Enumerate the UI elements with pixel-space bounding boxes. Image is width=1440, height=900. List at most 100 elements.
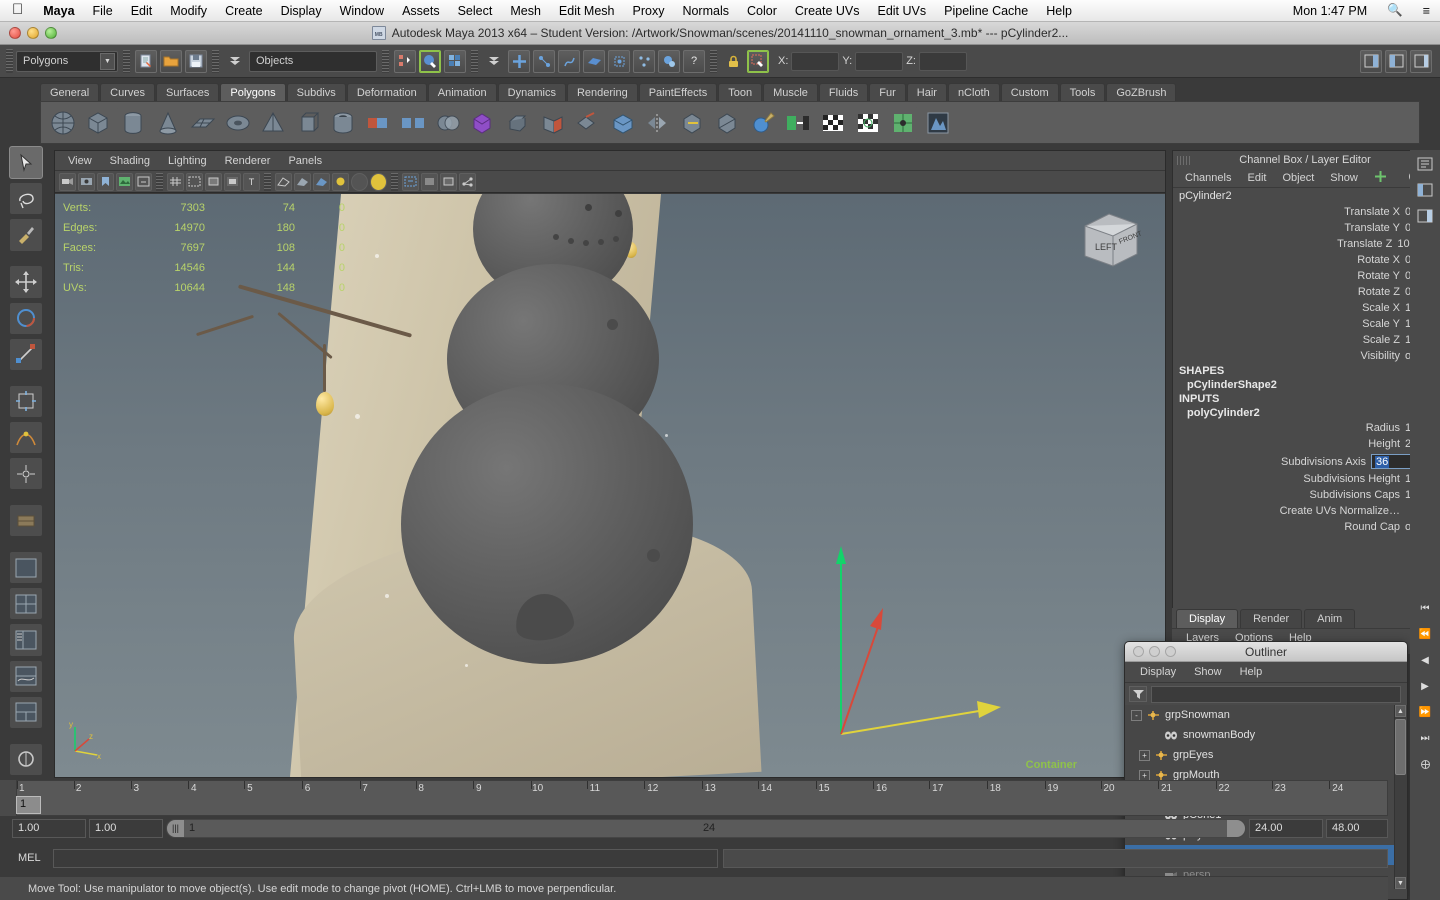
- transfer-attributes-icon[interactable]: [782, 106, 814, 139]
- outliner-menu-help[interactable]: Help: [1231, 666, 1272, 678]
- channel-box-toggle-icon[interactable]: [1414, 206, 1436, 226]
- channel-row-round-cap[interactable]: Round Cap off: [1173, 519, 1437, 535]
- snap-to-point-button[interactable]: [558, 49, 580, 73]
- window-controls[interactable]: [0, 27, 57, 39]
- channel-box-menu-object[interactable]: Object: [1274, 172, 1322, 184]
- time-slider-track[interactable]: 1 2 3 4 5 6 7 8 9 10 11 12 13 14 15 16 1…: [16, 780, 1388, 816]
- channel-row-rotate-x[interactable]: Rotate X 0: [1173, 252, 1437, 268]
- channel-box-menu-channels[interactable]: Channels: [1177, 172, 1239, 184]
- menu-item-display[interactable]: Display: [272, 4, 331, 18]
- command-line-label[interactable]: MEL: [18, 852, 48, 864]
- shelf-tab-fur[interactable]: Fur: [869, 83, 906, 102]
- tool-settings-toggle-icon[interactable]: [1414, 180, 1436, 200]
- range-slider-bar[interactable]: ||| 1 24: [166, 818, 1246, 838]
- outliner-filter-icon[interactable]: [1129, 686, 1147, 702]
- polygon-pyramid-icon[interactable]: [257, 106, 289, 139]
- xray-active-components-icon[interactable]: [440, 172, 457, 191]
- combine-mesh-icon[interactable]: [362, 106, 394, 139]
- snap-to-plane-button[interactable]: [583, 49, 605, 73]
- channel-box-input-node[interactable]: polyCylinder2: [1173, 406, 1437, 420]
- shelf-tab-hair[interactable]: Hair: [906, 83, 947, 102]
- playback-end-icon[interactable]: ⏭: [1414, 728, 1436, 748]
- bevel-icon[interactable]: [502, 106, 534, 139]
- shelf-tab-gozbrush[interactable]: GoZBrush: [1106, 83, 1177, 102]
- playback-step-forward-icon[interactable]: ⏩: [1414, 702, 1436, 722]
- shelf-tab-deformation[interactable]: Deformation: [346, 83, 427, 102]
- hypershade-persp-layout-icon[interactable]: [9, 695, 43, 729]
- channel-row-translate-x[interactable]: Translate X 0: [1173, 204, 1437, 220]
- playback-step-back-icon[interactable]: ⏪: [1414, 624, 1436, 644]
- expander-icon[interactable]: +: [1139, 769, 1150, 781]
- shelf-tab-rendering[interactable]: Rendering: [566, 83, 638, 102]
- shelf-tab-muscle[interactable]: Muscle: [763, 83, 818, 102]
- polygon-prism-icon[interactable]: [292, 106, 324, 139]
- mirror-geometry-icon[interactable]: [642, 106, 674, 139]
- list-item[interactable]: + grpEyes: [1125, 745, 1407, 765]
- anim-end-field[interactable]: 48.00: [1326, 818, 1388, 838]
- shelf-tab-fluids[interactable]: Fluids: [818, 83, 869, 102]
- rotate-tool-icon[interactable]: [9, 301, 43, 335]
- menu-item-modify[interactable]: Modify: [161, 4, 216, 18]
- shelf-tab-custom[interactable]: Custom: [1000, 83, 1059, 102]
- reduce-mesh-icon[interactable]: [677, 106, 709, 139]
- polygon-torus-icon[interactable]: [222, 106, 254, 139]
- menu-item-create[interactable]: Create: [216, 4, 272, 18]
- channel-row-translate-y[interactable]: Translate Y 0: [1173, 220, 1437, 236]
- channel-row-radius[interactable]: Radius 1: [1173, 420, 1437, 436]
- range-slider-left-handle[interactable]: |||: [167, 819, 185, 837]
- boolean-union-icon[interactable]: [432, 106, 464, 139]
- uv-texture-editor-icon[interactable]: [852, 106, 884, 139]
- shelf-tab-toon[interactable]: Toon: [718, 83, 763, 102]
- select-camera-icon[interactable]: [59, 172, 76, 191]
- time-slider[interactable]: 1 2 3 4 5 6 7 8 9 10 11 12 13 14 15 16 1…: [0, 780, 1388, 816]
- four-view-layout-icon[interactable]: [9, 587, 43, 621]
- range-slider-right-handle[interactable]: [1227, 819, 1245, 837]
- channel-row-rotate-y[interactable]: Rotate Y 0: [1173, 268, 1437, 284]
- soft-modification-tool-icon[interactable]: [9, 420, 43, 455]
- shadows-toggle-icon[interactable]: [351, 172, 368, 191]
- smooth-mesh-icon[interactable]: [607, 106, 639, 139]
- y-input[interactable]: [855, 51, 904, 71]
- playback-start-field[interactable]: 1.00: [89, 818, 163, 838]
- extrude-icon[interactable]: [467, 106, 499, 139]
- playback-play-icon[interactable]: ▶: [1414, 676, 1436, 696]
- show-manipulator-tool-icon[interactable]: [9, 457, 43, 491]
- snap-to-curve-button[interactable]: [533, 49, 555, 73]
- animation-preferences-icon[interactable]: [1414, 754, 1436, 774]
- universal-manipulator-icon[interactable]: [9, 384, 43, 418]
- shelf-tab-general[interactable]: General: [40, 83, 100, 102]
- shelf-tab-polygons[interactable]: Polygons: [220, 83, 286, 102]
- bookmark-icon[interactable]: [97, 172, 114, 191]
- z-input[interactable]: [918, 51, 967, 71]
- ambient-occlusion-icon[interactable]: [370, 172, 387, 191]
- menu-item-maya[interactable]: Maya: [34, 4, 83, 18]
- 3d-viewport[interactable]: LEFT FRONT Verts: 7303 74 0 Edges: 14970…: [55, 194, 1165, 777]
- outliner-scrollbar[interactable]: ▲ ▼: [1394, 705, 1407, 889]
- use-all-lights-icon[interactable]: [332, 172, 349, 191]
- layer-tab-anim[interactable]: Anim: [1304, 609, 1356, 628]
- smooth-shade-selected-icon[interactable]: [313, 172, 330, 191]
- wedge-face-icon[interactable]: [537, 106, 569, 139]
- list-icon[interactable]: ≡: [1413, 4, 1440, 18]
- select-tool-icon[interactable]: [9, 146, 43, 180]
- snap-to-grid-button[interactable]: [508, 49, 530, 73]
- apple-icon[interactable]: : [0, 2, 34, 19]
- channel-box-menu-edit[interactable]: Edit: [1239, 172, 1274, 184]
- panel-grip[interactable]: [1177, 156, 1191, 165]
- outliner-persp-layout-icon[interactable]: [9, 623, 43, 657]
- layer-tab-display[interactable]: Display: [1176, 609, 1239, 628]
- channel-box-body[interactable]: pCylinder2 Translate X 0 Translate Y 0 T…: [1173, 188, 1437, 627]
- menu-item-color[interactable]: Color: [738, 4, 786, 18]
- shelf-tab-tools[interactable]: Tools: [1059, 83, 1106, 102]
- shelf-tab-animation[interactable]: Animation: [427, 83, 497, 102]
- close-button[interactable]: [9, 27, 21, 39]
- share-viewport-icon[interactable]: [459, 172, 476, 191]
- x-input[interactable]: [791, 51, 840, 71]
- zoom-button[interactable]: [45, 27, 57, 39]
- channel-row-scale-x[interactable]: Scale X 1: [1173, 300, 1437, 316]
- grid-toggle-icon[interactable]: [167, 172, 184, 191]
- numeric-input-fields[interactable]: X: Y: Z:: [778, 51, 967, 71]
- polygon-cone-icon[interactable]: [152, 106, 184, 139]
- channel-row-rotate-z[interactable]: Rotate Z 0: [1173, 284, 1437, 300]
- polygon-pipe-icon[interactable]: [327, 106, 359, 139]
